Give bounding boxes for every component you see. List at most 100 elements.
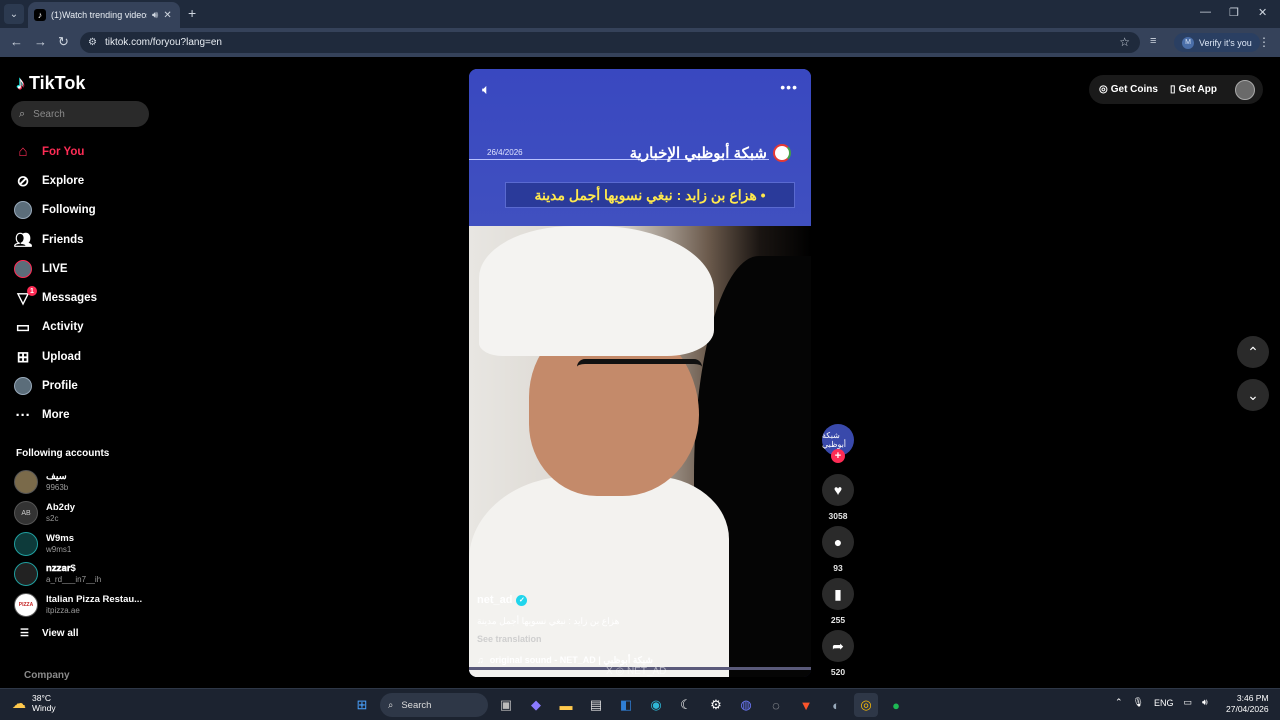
nav-upload[interactable]: ⊞ Upload: [14, 342, 154, 371]
coin-icon: ◎: [1099, 84, 1108, 95]
copilot-icon[interactable]: ◆: [524, 693, 548, 717]
phone-icon: ▯: [1169, 84, 1176, 95]
previous-video-button[interactable]: ⌃: [1237, 336, 1269, 368]
store-icon[interactable]: ▤: [584, 693, 608, 717]
share-count: 520: [830, 667, 846, 677]
save-button[interactable]: ▮: [822, 578, 854, 610]
avatar: AB: [14, 501, 38, 526]
language-indicator[interactable]: ENG: [1154, 698, 1174, 708]
network-icon[interactable]: ▭: [1184, 697, 1193, 708]
microphone-icon[interactable]: 🎙︎: [1133, 697, 1144, 708]
task-view-icon[interactable]: ▣: [494, 693, 518, 717]
weather-widget[interactable]: ☁ 38°C Windy: [12, 693, 56, 713]
list-icon: ☰: [20, 628, 29, 639]
url-field[interactable]: ⚙ tiktok.com/foryou?lang=en ☆: [80, 32, 1140, 53]
account-handle: itpizza.ae: [46, 606, 80, 616]
see-translation-link[interactable]: See translation: [477, 634, 542, 644]
get-coins-button[interactable]: ◎ Get Coins: [1099, 84, 1158, 95]
video-watermark: X ◎ NET_AD: [606, 666, 667, 677]
account-item[interactable]: PIZZA Italian Pizza Restau... itpizza.ae: [14, 590, 159, 621]
minimize-icon[interactable]: —: [1200, 6, 1211, 18]
tab-list-button[interactable]: ⌄: [4, 4, 24, 24]
nav-messages[interactable]: ▽ 1 Messages: [14, 283, 154, 312]
nav-label: For You: [42, 145, 85, 158]
video-author[interactable]: net_ad ✓: [477, 594, 528, 606]
site-info-icon[interactable]: ⚙: [88, 37, 97, 48]
settings-icon[interactable]: ⚙: [704, 693, 728, 717]
follow-plus-icon[interactable]: +: [831, 449, 845, 463]
comment-button[interactable]: ●: [822, 526, 854, 558]
edge-icon[interactable]: ◉: [644, 693, 668, 717]
steam-icon[interactable]: ◐: [824, 693, 848, 717]
file-explorer-icon[interactable]: ▬: [554, 693, 578, 717]
tab-title: (1)Watch trending videos fo: [51, 10, 147, 20]
discord-icon[interactable]: ◍: [734, 693, 758, 717]
profile-verify-button[interactable]: M Verify it's you: [1174, 33, 1260, 52]
nav-for-you[interactable]: ⌂ For You: [14, 137, 154, 166]
search-input[interactable]: ⌕ Search: [11, 101, 149, 127]
bookmark-star-icon[interactable]: ☆: [1119, 35, 1130, 49]
account-item[interactable]: AB Ab2dy s2c: [14, 498, 159, 529]
get-app-label: Get App: [1178, 84, 1217, 95]
close-tab-icon[interactable]: ✕: [163, 10, 171, 21]
chrome-icon[interactable]: ◎: [854, 693, 878, 717]
view-all-link[interactable]: ☰ View all: [20, 628, 78, 639]
app-icon[interactable]: ☾: [674, 693, 698, 717]
nav-label: Activity: [42, 321, 84, 334]
restore-icon[interactable]: ❐: [1229, 6, 1239, 19]
reload-icon[interactable]: ↻: [58, 34, 69, 50]
tiktok-logo[interactable]: ♪ TikTok: [16, 73, 85, 94]
nav-activity[interactable]: ▭ Activity: [14, 313, 154, 342]
video-player[interactable]: 26/4/2026 شبكة أبوظبي الإخبارية • هزاع ب…: [469, 69, 811, 677]
back-icon[interactable]: ←: [10, 34, 23, 49]
company-link[interactable]: Company: [24, 670, 70, 681]
account-item[interactable]: 𝐧𝐳𝐳𝐚𝐫$ a_rd___in7__ih: [14, 559, 159, 590]
account-handle: 9963b: [46, 483, 69, 493]
more-icon: ···: [15, 406, 31, 424]
windows-start-icon[interactable]: ⊞: [350, 693, 374, 717]
system-clock[interactable]: 3:46 PM 27/04/2026: [1226, 693, 1269, 715]
tiktok-note-icon: ♪: [16, 73, 25, 93]
browser-menu-icon[interactable]: ⋮: [1258, 35, 1270, 49]
nav-profile[interactable]: Profile: [14, 371, 154, 400]
friends-icon: 👥︎: [13, 231, 33, 249]
author-username: net_ad: [477, 594, 513, 606]
account-item[interactable]: سيف 9963b: [14, 467, 159, 498]
like-button[interactable]: ♥: [822, 474, 854, 506]
nav-following[interactable]: Following: [14, 196, 154, 225]
new-tab-icon[interactable]: +: [188, 5, 196, 21]
verified-icon: ✓: [516, 594, 528, 606]
nav-more[interactable]: ··· More: [14, 401, 154, 430]
nav-friends[interactable]: 👥︎ Friends: [13, 225, 154, 254]
video-glasses: [577, 359, 702, 389]
sidebar: ♪ TikTok ⌕ Search ⌂ For You ⊘ Explore Fo…: [0, 57, 165, 688]
tray-chevron-icon[interactable]: ⌃: [1115, 697, 1123, 708]
video-more-icon[interactable]: •••: [780, 79, 798, 95]
close-window-icon[interactable]: ✕: [1258, 6, 1267, 19]
taskbar: ☁ 38°C Windy ⊞ ⌕ Search ▣ ◆ ▬ ▤ ◧ ◉ ☾ ⚙ ◍ …: [0, 688, 1280, 720]
taskbar-search[interactable]: ⌕ Search: [380, 693, 488, 717]
volume-icon[interactable]: 🔊︎: [1202, 697, 1208, 708]
nav-live[interactable]: LIVE: [14, 254, 154, 283]
brave-icon[interactable]: ▼: [794, 693, 818, 717]
spotify-icon[interactable]: ●: [884, 693, 908, 717]
comment-count: 93: [833, 563, 843, 573]
app2-icon[interactable]: ◌: [764, 693, 788, 717]
user-avatar[interactable]: [1235, 79, 1255, 100]
browser-tab[interactable]: ♪ (1)Watch trending videos fo 🔊︎ ✕: [28, 2, 180, 28]
clock-time: 3:46 PM: [1236, 693, 1269, 703]
outlook-icon[interactable]: ◧: [614, 693, 638, 717]
volume-icon[interactable]: 🔈︎: [482, 81, 490, 98]
media-controls-icon[interactable]: ≡: [1150, 35, 1156, 47]
account-item[interactable]: W9ms w9ms1: [14, 528, 159, 559]
forward-icon[interactable]: →: [34, 34, 47, 49]
taskbar-search-label: Search: [401, 699, 432, 711]
save-count: 255: [830, 615, 846, 625]
speaker-icon[interactable]: 🔊︎: [152, 10, 158, 21]
next-video-button[interactable]: ⌄: [1237, 379, 1269, 411]
nav-label: Messages: [42, 292, 97, 305]
get-app-button[interactable]: ▯ Get App: [1170, 84, 1217, 95]
nav-explore[interactable]: ⊘ Explore: [14, 166, 154, 195]
share-button[interactable]: ➦: [822, 630, 854, 662]
video-sound[interactable]: ♫ original sound - NET_AD | شبكة أبوظبي: [477, 655, 653, 666]
